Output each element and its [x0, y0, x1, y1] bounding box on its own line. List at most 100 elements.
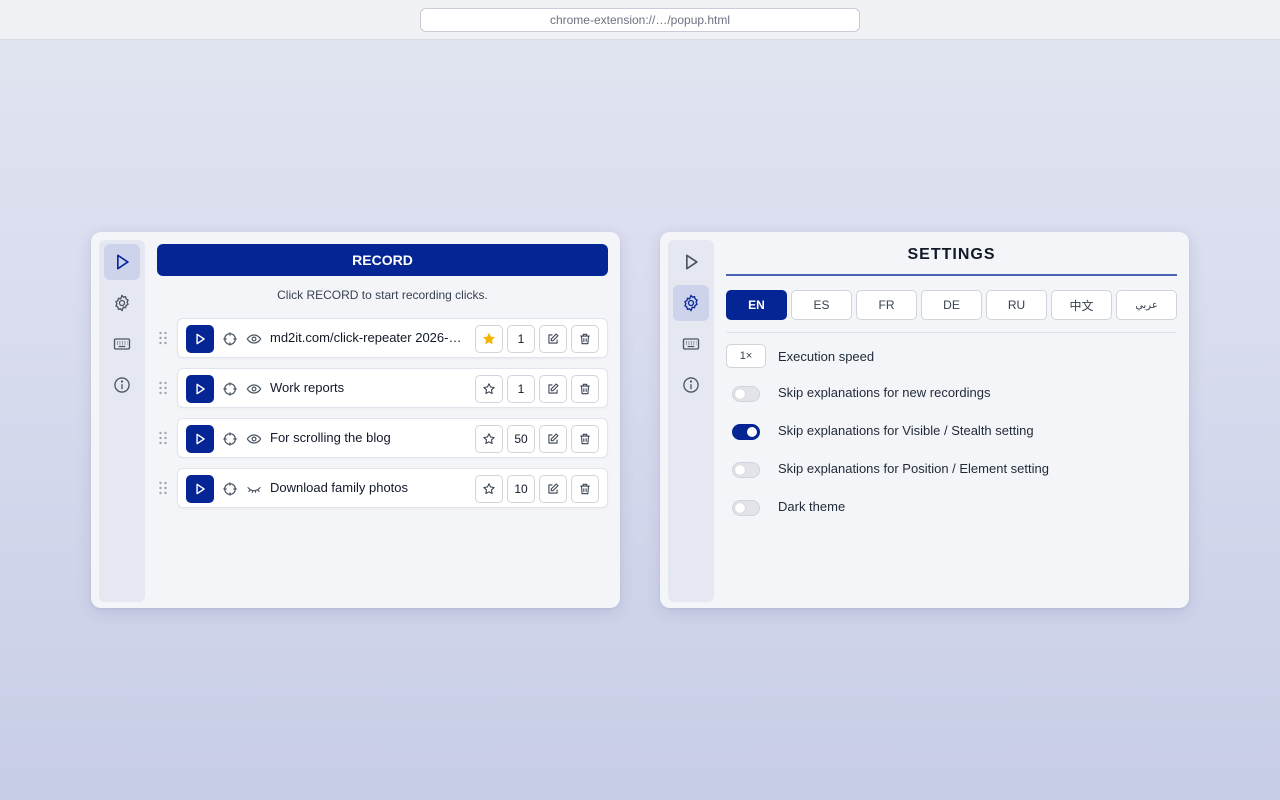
recording-name: For scrolling the blog	[270, 430, 391, 445]
favorite-button[interactable]	[475, 375, 503, 403]
play-icon	[193, 332, 207, 346]
keyboard-icon	[682, 338, 700, 350]
nav-keyboard-button[interactable]	[104, 326, 140, 362]
nav-settings-button[interactable]	[673, 285, 709, 321]
repeat-count[interactable]: 1	[507, 325, 535, 353]
repeat-count[interactable]: 10	[507, 475, 535, 503]
settings-title: SETTINGS	[907, 246, 996, 263]
favorite-button[interactable]	[475, 475, 503, 503]
record-hint: Click RECORD to start recording clicks.	[277, 288, 488, 302]
recording-card: Download family photos 10	[177, 468, 608, 508]
eye-icon[interactable]	[246, 381, 262, 397]
eye-icon[interactable]	[246, 331, 262, 347]
drag-handle-icon[interactable]	[157, 330, 169, 346]
play-icon	[193, 482, 207, 496]
toggle-switch[interactable]	[732, 462, 760, 478]
repeat-count[interactable]: 50	[507, 425, 535, 453]
browser-toolbar: chrome-extension://…/popup.html	[0, 0, 1280, 40]
divider	[726, 274, 1177, 276]
language-button[interactable]: FR	[856, 290, 917, 320]
recording-row: For scrolling the blog 50	[157, 418, 608, 458]
toggle-switch[interactable]	[732, 424, 760, 440]
star-filled-icon	[482, 332, 496, 346]
trash-icon	[578, 332, 592, 346]
recording-card: Work reports 1	[177, 368, 608, 408]
delete-button[interactable]	[571, 475, 599, 503]
recording-name: Download family photos	[270, 480, 409, 495]
sidebar	[668, 240, 714, 602]
toggle-knob	[735, 503, 745, 513]
toggle-switch[interactable]	[732, 386, 760, 402]
edit-button[interactable]	[539, 475, 567, 503]
toggle-knob	[735, 389, 745, 399]
drag-handle-icon[interactable]	[157, 480, 169, 496]
recording-row: md2it.com/click-repeater 2026-… 1	[157, 318, 608, 358]
language-button[interactable]: RU	[986, 290, 1047, 320]
play-icon	[117, 254, 129, 270]
delete-button[interactable]	[571, 325, 599, 353]
eye-icon[interactable]	[246, 431, 262, 447]
recording-row: Work reports 1	[157, 368, 608, 408]
crosshair-icon[interactable]	[222, 431, 238, 447]
favorite-button[interactable]	[475, 325, 503, 353]
settings-popup: SETTINGS EN ES FR DE RU 中文 عربي 1× Execution s…	[660, 232, 1189, 608]
crosshair-icon[interactable]	[222, 331, 238, 347]
edit-icon	[546, 382, 560, 396]
drag-handle-icon[interactable]	[157, 380, 169, 396]
play-icon	[686, 254, 698, 270]
play-recording-button[interactable]	[186, 375, 214, 403]
favorite-button[interactable]	[475, 425, 503, 453]
nav-info-button[interactable]	[673, 367, 709, 403]
language-button[interactable]: 中文	[1051, 290, 1112, 320]
star-icon	[482, 432, 496, 446]
star-icon	[482, 382, 496, 396]
play-recording-button[interactable]	[186, 325, 214, 353]
language-button[interactable]: عربي	[1116, 290, 1177, 320]
repeat-count[interactable]: 1	[507, 375, 535, 403]
address-bar[interactable]: chrome-extension://…/popup.html	[420, 8, 860, 32]
crosshair-icon[interactable]	[222, 381, 238, 397]
play-icon	[193, 382, 207, 396]
eye-closed-icon[interactable]	[246, 481, 262, 497]
record-button[interactable]: RECORD	[157, 244, 608, 276]
edit-button[interactable]	[539, 325, 567, 353]
edit-button[interactable]	[539, 425, 567, 453]
play-recording-button[interactable]	[186, 425, 214, 453]
info-icon	[683, 377, 699, 393]
speed-button[interactable]: 1×	[726, 344, 766, 368]
language-button[interactable]: DE	[921, 290, 982, 320]
drag-handle-icon[interactable]	[157, 430, 169, 446]
delete-button[interactable]	[571, 375, 599, 403]
nav-play-button[interactable]	[673, 244, 709, 280]
nav-keyboard-button[interactable]	[673, 326, 709, 362]
toggle-switch[interactable]	[732, 500, 760, 516]
delete-button[interactable]	[571, 425, 599, 453]
gear-icon	[115, 294, 129, 312]
setting-label: Skip explanations for Position / Element…	[778, 461, 1049, 476]
edit-icon	[546, 332, 560, 346]
language-button[interactable]: ES	[791, 290, 852, 320]
crosshair-icon[interactable]	[222, 481, 238, 497]
divider	[726, 332, 1177, 333]
nav-settings-button[interactable]	[104, 285, 140, 321]
gear-icon	[684, 294, 698, 312]
recording-card: For scrolling the blog 50	[177, 418, 608, 458]
trash-icon	[578, 382, 592, 396]
toggle-knob	[735, 465, 745, 475]
toggle-knob	[747, 427, 757, 437]
setting-label: Skip explanations for Visible / Stealth …	[778, 423, 1034, 438]
star-icon	[482, 482, 496, 496]
nav-info-button[interactable]	[104, 367, 140, 403]
recording-name: md2it.com/click-repeater 2026-…	[270, 330, 462, 345]
sidebar	[99, 240, 145, 602]
nav-play-button[interactable]	[104, 244, 140, 280]
recording-card: md2it.com/click-repeater 2026-… 1	[177, 318, 608, 358]
language-button[interactable]: EN	[726, 290, 787, 320]
setting-label: Dark theme	[778, 499, 846, 514]
trash-icon	[578, 482, 592, 496]
edit-button[interactable]	[539, 375, 567, 403]
setting-label: Skip explanations for new recordings	[778, 385, 991, 400]
play-icon	[193, 432, 207, 446]
info-icon	[114, 377, 130, 393]
play-recording-button[interactable]	[186, 475, 214, 503]
